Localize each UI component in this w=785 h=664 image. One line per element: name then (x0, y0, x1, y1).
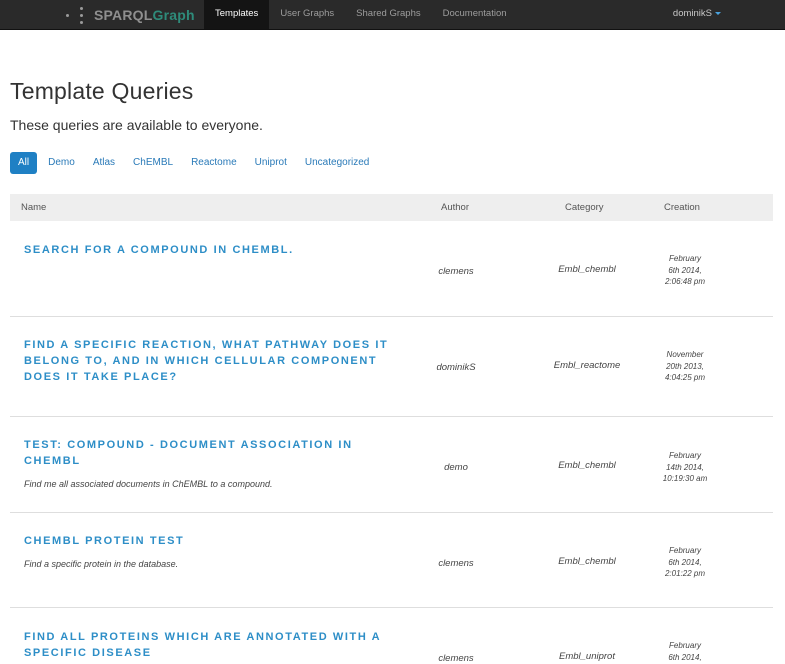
author-cell: dominikS (436, 362, 476, 373)
category-cell: Embl_uniprot (559, 651, 615, 662)
category-filters: All Demo Atlas ChEMBL Reactome Uniprot U… (10, 152, 380, 174)
category-cell: Embl_chembl (558, 460, 616, 471)
query-title-link[interactable]: Search for a compound in ChEMBL. (24, 242, 394, 258)
author-cell: clemens (438, 653, 474, 664)
top-navbar: SPARQLGraph Templates User Graphs Shared… (0, 0, 785, 30)
creation-date-cell: February 6th 2014, 2:01:22 pm (664, 546, 706, 578)
filter-uniprot[interactable]: Uniprot (248, 152, 294, 174)
category-cell: Embl_chembl (558, 556, 616, 567)
author-cell: clemens (438, 266, 474, 277)
nav-shared-graphs[interactable]: Shared Graphs (345, 0, 431, 29)
table-row[interactable]: Find all proteins which are annotated wi… (10, 608, 773, 664)
column-header-creation[interactable]: Creation (664, 194, 700, 221)
table-header: Name Author Category Creation (10, 194, 773, 221)
category-cell: Embl_chembl (558, 264, 616, 275)
column-header-category[interactable]: Category (565, 194, 604, 221)
query-title-link[interactable]: ChEMBL protein test (24, 533, 394, 549)
filter-atlas[interactable]: Atlas (86, 152, 122, 174)
column-header-author[interactable]: Author (441, 194, 469, 221)
table-row[interactable]: Test: Compound - Document association in… (10, 417, 773, 513)
nav-templates[interactable]: Templates (204, 0, 270, 29)
query-title-link[interactable]: Test: Compound - Document association in… (24, 437, 394, 469)
filter-uncategorized[interactable]: Uncategorized (298, 152, 376, 174)
query-description: Find me all associated documents in ChEM… (24, 479, 273, 489)
graph-dots-icon (66, 5, 86, 25)
main-nav: Templates User Graphs Shared Graphs Docu… (204, 0, 518, 29)
table-row[interactable]: ChEMBL protein test Find a specific prot… (10, 513, 773, 608)
caret-down-icon (715, 11, 721, 15)
column-header-name[interactable]: Name (21, 194, 46, 221)
query-title-link[interactable]: Find all proteins which are annotated wi… (24, 629, 394, 661)
table-row[interactable]: Find a specific reaction, what pathway d… (10, 317, 773, 417)
page-subtitle: These queries are available to everyone. (10, 117, 263, 133)
filter-reactome[interactable]: Reactome (184, 152, 244, 174)
creation-date-cell: February 6th 2014, (668, 641, 702, 662)
author-cell: demo (444, 462, 468, 473)
query-title-link[interactable]: Find a specific reaction, what pathway d… (24, 337, 394, 385)
creation-date-cell: November 20th 2013, 4:04:25 pm (664, 350, 706, 382)
brand-logo[interactable]: SPARQLGraph (66, 0, 195, 29)
creation-date-cell: February 6th 2014, 2:06:48 pm (664, 254, 706, 286)
user-name: dominikS (672, 8, 712, 19)
nav-documentation[interactable]: Documentation (432, 0, 518, 29)
brand-name: SPARQLGraph (94, 6, 195, 23)
table-row[interactable]: Search for a compound in ChEMBL. clemens… (10, 221, 773, 317)
author-cell: clemens (438, 558, 474, 569)
query-description: Find a specific protein in the database. (24, 559, 179, 569)
filter-all[interactable]: All (10, 152, 38, 174)
filter-demo[interactable]: Demo (41, 152, 82, 174)
category-cell: Embl_reactome (553, 360, 621, 371)
nav-user-graphs[interactable]: User Graphs (269, 0, 345, 29)
creation-date-cell: February 14th 2014, 10:19:30 am (662, 451, 708, 483)
page-title: Template Queries (10, 78, 194, 104)
user-menu[interactable]: dominikS (673, 0, 721, 29)
filter-chembl[interactable]: ChEMBL (126, 152, 180, 174)
